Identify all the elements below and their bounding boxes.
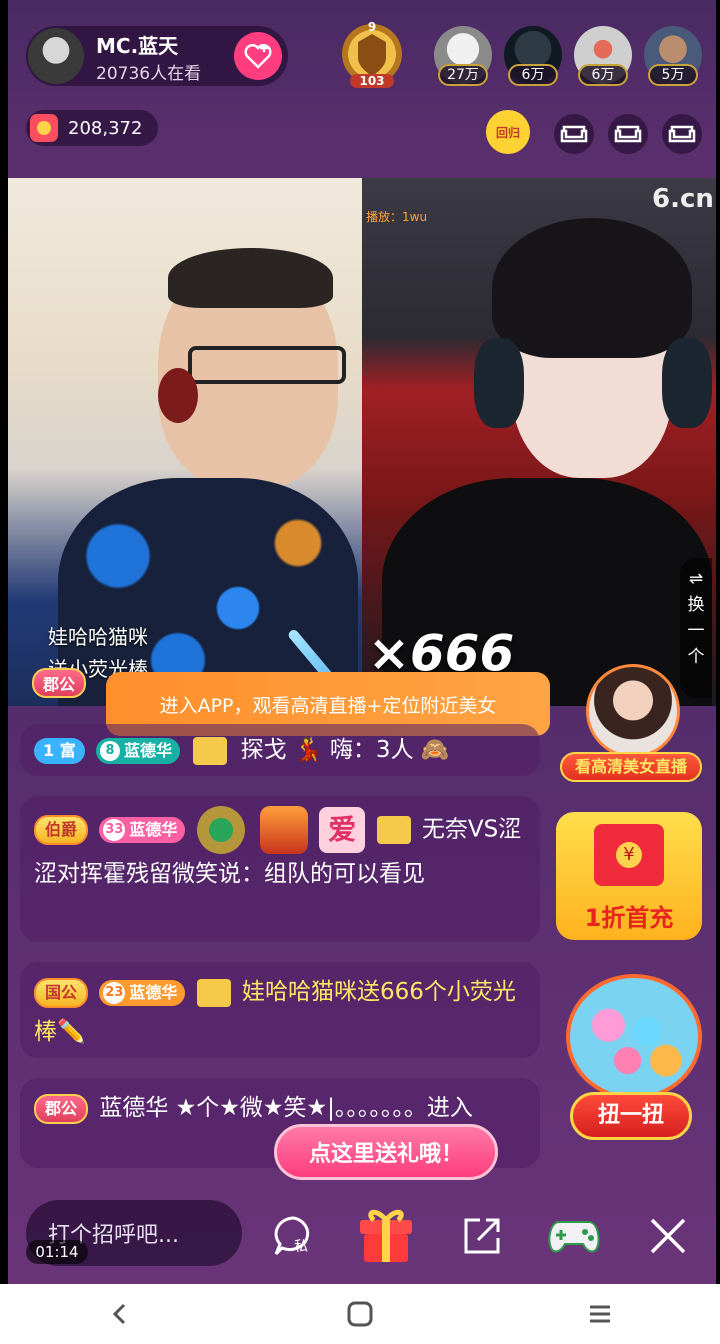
close-icon [650,1218,686,1254]
title-tag: 国公 [34,977,89,1008]
fan-avatar[interactable]: 6万 [504,26,562,88]
host-level-badge[interactable]: 9 103 [336,20,408,92]
capsule-machine-icon [566,974,702,1100]
title-tag: 伯爵 [34,815,89,845]
system-nav-bar [0,1284,720,1344]
host-info[interactable]: MC.蓝天 20736人在看 [26,26,288,86]
gift-sender[interactable]: 娃哈哈猫咪 [242,979,357,1005]
first-charge-promo[interactable]: ¥ 1折首充 [556,812,702,940]
game-button[interactable] [542,1208,606,1264]
sofa-icon [614,125,642,143]
playback-time: 01:14 [26,1240,88,1264]
chat-message: 国公 23 蓝德华 娃哈哈猫咪送666个小荧光棒✏️ [20,962,540,1058]
video-right[interactable]: 播放：1wu 6.cn ×666 ⇌ 换 一 个 [362,178,716,706]
gift-tip-bubble[interactable]: 点这里送礼哦！ [274,1124,498,1180]
promo-portrait [586,664,680,758]
heart-plus-icon [244,43,272,69]
gift-icon [360,1209,412,1262]
private-message-button[interactable]: 私 [266,1208,322,1264]
level-tag: 23 蓝德华 [99,979,186,1006]
medal-icon [193,736,228,765]
beauty-live-promo[interactable]: 看高清美女直播 [560,664,702,786]
message-text: 探戈 💃 嗨：3人 🙈 [240,737,450,763]
wealth-tag: 1 富 [34,737,85,764]
video-left[interactable]: 娃哈哈猫咪 送小荧光棒 郡公 [8,178,362,706]
menu-icon[interactable] [585,1299,615,1329]
fan-avatar[interactable]: 27万 [434,26,492,88]
sofa-icon [668,125,696,143]
guard-icon [196,806,245,854]
coin-balance[interactable]: 208,372 [26,110,158,146]
follow-button[interactable] [234,32,282,80]
message-text: ★个★微★笑★|。。。。。。。进入 [175,1095,473,1121]
fan-count: 5万 [648,64,698,86]
title-tag: 郡公 [34,1093,89,1124]
seat-button[interactable] [554,114,594,154]
fan-avatar[interactable]: 6万 [574,26,632,88]
user-name[interactable]: 蓝德华 [99,1095,168,1121]
first-charge-label: 1折首充 [584,904,674,932]
fan-count: 27万 [438,64,488,86]
fan-count: 6万 [578,64,628,86]
title-tag: 郡公 [32,668,87,698]
red-envelope-icon: ¥ [594,824,664,886]
seat-button[interactable] [662,114,702,154]
level-tag: 8 蓝德华 [96,737,181,764]
headphone-icon [158,368,198,423]
beauty-live-label: 看高清美女直播 [560,752,702,782]
seat-button[interactable] [608,114,648,154]
live-room: MC.蓝天 20736人在看 9 103 27万 6万 6万 5万 208,37… [8,0,716,1284]
level-tag: 33 蓝德华 [99,817,186,843]
fan-count: 6万 [508,64,558,86]
coin-amount: 208,372 [68,117,143,139]
gamepad-icon [548,1221,600,1253]
user-name[interactable]: 蓝德华 [124,731,172,771]
home-icon[interactable] [345,1299,375,1329]
viewer-count: 20736人在看 [96,64,202,84]
user-name[interactable]: 蓝德华 [129,810,177,850]
site-watermark: 6.cn [652,184,714,214]
gift-caption-name: 娃哈哈猫咪 [48,625,148,649]
share-icon [464,1218,500,1254]
host-avatar[interactable] [28,28,84,84]
headphone-icon [474,338,524,428]
medal-icon [196,978,231,1007]
app-promo-text: 进入APP，观看高清直播+定位附近美女 [159,694,497,717]
user-name[interactable]: 蓝德华 [129,973,177,1013]
twist-button[interactable]: 扭一扭 [570,1092,692,1140]
twist-promo[interactable]: 扭一扭 [560,970,702,1150]
badge-level-number: 103 [359,74,385,88]
chat-message: 伯爵 33 蓝德华 爱 无奈VS涩涩对挥霍残留微笑说：组队的可以看见 [20,796,540,942]
share-button[interactable] [454,1208,510,1264]
chat-message: 1 富 8 蓝德华 探戈 💃 嗨：3人 🙈 [20,724,540,776]
fan-avatar[interactable]: 5万 [644,26,702,88]
host-name: MC.蓝天 [96,34,179,58]
close-button[interactable] [638,1206,698,1266]
badge-top-number: 9 [367,20,377,34]
medal-icon [376,816,411,844]
return-badge[interactable]: 回归 [486,110,530,154]
back-icon[interactable] [105,1299,135,1329]
play-info: 播放：1wu [366,210,428,224]
gift-box-icon [259,806,308,854]
love-icon: 爱 [319,807,366,853]
sofa-icon [560,125,588,143]
coin-icon [30,114,58,142]
gift-button[interactable] [354,1200,418,1266]
